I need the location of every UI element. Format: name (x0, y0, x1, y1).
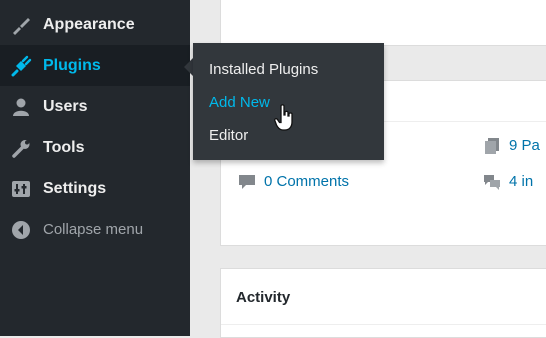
comments-multiple-icon (484, 174, 500, 190)
user-icon (13, 98, 29, 116)
obscured-widget-text (235, 6, 535, 14)
collapse-menu-button[interactable]: Collapse menu (0, 209, 190, 250)
comments-count: 0 Comments (264, 173, 350, 190)
wrench-icon (12, 139, 30, 158)
submenu-item-installed-plugins[interactable]: Installed Plugins (209, 61, 318, 78)
brush-icon (13, 17, 30, 35)
moderation-count: 4 in (509, 173, 534, 190)
widget-divider (221, 324, 546, 325)
hand-pointer-cursor-icon (274, 104, 293, 131)
sidebar-item-label: Collapse menu (43, 221, 144, 238)
sidebar-item-label: Appearance (43, 15, 135, 33)
submenu-item-add-new[interactable]: Add New (209, 94, 270, 111)
sidebar-item-tools[interactable]: Tools (0, 127, 190, 168)
submenu-item-editor[interactable]: Editor (209, 127, 248, 144)
settings-sliders-icon (12, 180, 30, 197)
comment-icon (239, 174, 255, 189)
sidebar-item-users[interactable]: Users (0, 86, 190, 127)
sidebar-item-settings[interactable]: Settings (0, 168, 190, 209)
activity-widget-title: Activity (236, 289, 291, 306)
pages-count: 9 Pa (509, 137, 540, 154)
plugin-plug-icon (11, 55, 32, 76)
moderation-count-link[interactable]: 4 in (483, 173, 533, 190)
pages-count-link[interactable]: 9 Pa (483, 137, 540, 154)
sidebar-item-plugins[interactable]: Plugins (0, 45, 190, 86)
dashboard-widget-top (220, 0, 546, 46)
collapse-arrow-icon (12, 220, 30, 239)
activity-widget: Activity (220, 268, 546, 338)
sidebar-item-label: Settings (43, 179, 107, 197)
plugins-submenu-flyout: Installed Plugins Add New Editor (193, 43, 384, 160)
sidebar-item-label: Tools (43, 138, 85, 156)
sidebar-item-label: Users (43, 97, 88, 115)
comments-count-link[interactable]: 0 Comments (238, 173, 349, 190)
flyout-pointer (184, 58, 193, 76)
sidebar-item-label: Plugins (43, 56, 101, 74)
admin-sidebar: Appearance Plugins Users Tools Settings … (0, 0, 190, 336)
pages-icon (485, 137, 499, 154)
sidebar-item-appearance[interactable]: Appearance (0, 4, 190, 45)
